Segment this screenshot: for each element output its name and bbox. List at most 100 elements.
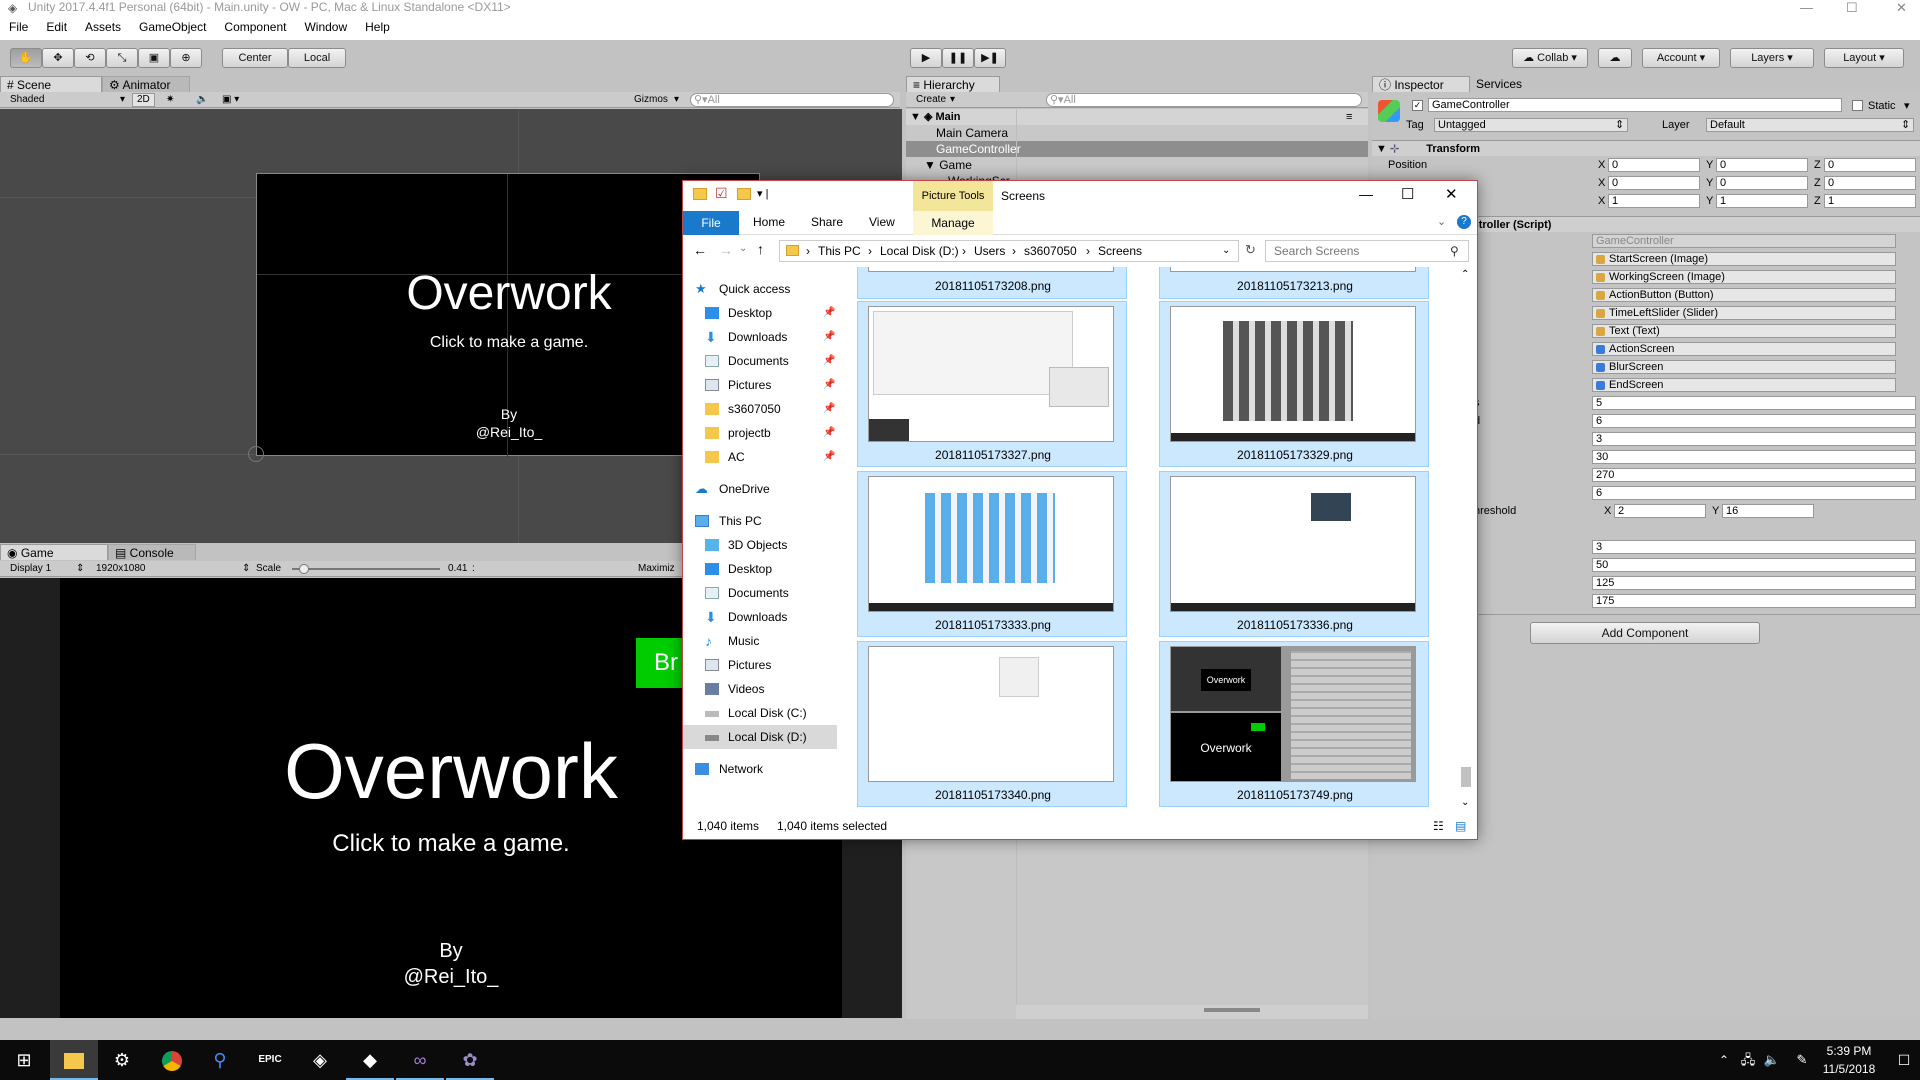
explorer-maximize-icon[interactable]: ☐ [1401,185,1414,203]
game-app-taskbar-icon[interactable]: ✿ [446,1040,494,1080]
gizmos-dropdown[interactable]: Gizmos [634,92,668,108]
nav-s3607050[interactable]: s3607050 📌 [683,397,843,421]
scroll-down-icon[interactable]: ⌄ [1461,797,1469,808]
ref-action-screen[interactable]: ActionScreen [1592,342,1896,356]
scale-slider-knob[interactable] [298,564,309,574]
file-pane-scrollbar[interactable]: ⌃ ⌄ [1457,267,1475,813]
crumb-this-pc[interactable]: This PC [818,241,861,261]
file-thumbnail[interactable]: 20181105173213.png [1159,267,1429,299]
display-dropdown[interactable]: Display 1 [10,561,51,577]
effects-icon[interactable]: ▣ ▾ [222,92,239,108]
nav-pictures[interactable]: Pictures [683,653,843,677]
position-z-field[interactable]: 0 [1824,158,1916,172]
scene-header[interactable]: ▼ ◈ Main ≡ [906,109,1368,125]
menu-help[interactable]: Help [356,16,399,34]
crumb-user[interactable]: s3607050 [1024,241,1077,261]
file-thumbnail[interactable]: 20181105173208.png [857,267,1127,299]
object-name-field[interactable]: GameController [1428,98,1842,112]
hierarchy-scrollbar[interactable] [1016,1005,1368,1019]
file-thumbnail[interactable]: 20181105173333.png [857,471,1127,637]
file-thumbnail[interactable]: Overwork Overwork 20181105173749.png [1159,641,1429,807]
pivot-handle-icon[interactable] [248,446,264,462]
details-view-icon[interactable]: ☷ [1433,813,1444,839]
maps-taskbar-icon[interactable]: ⚲ [196,1040,244,1080]
add-component-button[interactable]: Add Component [1530,622,1760,644]
resolution-dropdown[interactable]: 1920x1080 [96,561,146,577]
tab-console[interactable]: ▤ Console [108,544,196,560]
unity-editor-taskbar-icon[interactable]: ◆ [346,1040,394,1080]
tab-scene[interactable]: # Scene [0,76,102,92]
threshold-x-field[interactable]: 2 [1614,504,1706,518]
scale-z-field[interactable]: 1 [1824,194,1916,208]
ref-time-left-slider[interactable]: TimeLeftSlider (Slider) [1592,306,1896,320]
forward-icon[interactable]: → [719,242,733,258]
tab-animator[interactable]: ⚙ Animator [102,76,190,92]
menu-component[interactable]: Component [215,16,295,34]
ribbon-tab-view[interactable]: View [869,215,895,229]
layers-button[interactable]: Layers ▾ [1730,48,1814,68]
hierarchy-zoom-slider[interactable] [1204,1008,1260,1012]
file-thumbnail[interactable]: 20181105173340.png [857,641,1127,807]
nav-quick-access[interactable]: ★ Quick access [683,277,843,301]
nav-local-disk-d[interactable]: Local Disk (D:) [683,725,837,749]
file-thumbnail[interactable]: 20181105173336.png [1159,471,1429,637]
pause-button[interactable]: ❚❚ [942,48,974,68]
tab-inspector[interactable]: ⓘ Inspector [1372,76,1470,92]
menu-gameobject[interactable]: GameObject [130,16,215,34]
epic-games-taskbar-icon[interactable]: EPIC [246,1040,294,1080]
ribbon-expand-icon[interactable]: ⌄ [1437,215,1446,228]
threshold-y-field[interactable]: 16 [1722,504,1814,518]
lighting-icon[interactable]: ✷ [166,92,174,108]
explorer-close-icon[interactable]: ✕ [1445,185,1458,203]
help-icon[interactable]: ? [1457,215,1471,229]
rotation-z-field[interactable]: 0 [1824,176,1916,190]
value-field-9[interactable]: 125 [1592,576,1916,590]
nav-documents-pinned[interactable]: Documents 📌 [683,349,843,373]
nav-music[interactable]: ♪ Music [683,629,843,653]
position-y-field[interactable]: 0 [1716,158,1808,172]
thumbnail-view-icon[interactable]: ▤ [1455,813,1466,839]
visual-studio-taskbar-icon[interactable]: ∞ [396,1040,444,1080]
crumb-local-disk[interactable]: Local Disk (D:) [880,241,959,261]
quick-access-toolbar-icon[interactable]: ▾ | [757,187,768,200]
menu-assets[interactable]: Assets [76,16,130,34]
notifications-icon[interactable]: ☐ [1880,1040,1920,1080]
nav-pictures-pinned[interactable]: Pictures 📌 [683,373,843,397]
steam-taskbar-icon[interactable]: ⚙ [98,1040,146,1080]
menu-window[interactable]: Window [295,16,356,34]
crumb-screens[interactable]: Screens [1098,241,1142,261]
rotation-x-field[interactable]: 0 [1608,176,1700,190]
tab-hierarchy[interactable]: ≡ Hierarchy [906,76,1000,92]
address-bar[interactable]: › This PC › Local Disk (D:) › Users › s3… [779,240,1239,262]
value-field-6[interactable]: 6 [1592,486,1916,500]
recent-icon[interactable]: ⌄ [739,243,747,254]
hierarchy-item-main-camera[interactable]: Main Camera [936,125,1008,141]
nav-3d-objects[interactable]: 3D Objects [683,533,843,557]
ribbon-tab-home[interactable]: Home [753,215,785,229]
ref-start-screen[interactable]: StartScreen (Image) [1592,252,1896,266]
nav-downloads-pinned[interactable]: ⬇ Downloads 📌 [683,325,843,349]
cloud-icon[interactable]: ☁ [1598,48,1632,68]
hand-tool-icon[interactable]: ✋ [10,48,42,68]
static-checkbox[interactable] [1852,100,1863,111]
collab-button[interactable]: ☁ Collab ▾ [1512,48,1588,68]
nav-desktop[interactable]: Desktop [683,557,843,581]
ribbon-tab-file[interactable]: File [683,211,739,235]
menu-edit[interactable]: Edit [37,16,76,34]
minimize-icon[interactable]: — [1800,0,1813,15]
ribbon-tab-manage[interactable]: Manage [913,211,993,235]
start-windows-icon[interactable]: ⊞ [0,1040,48,1080]
properties-icon[interactable]: ☑ [715,185,728,202]
step-button[interactable]: ▶❚ [974,48,1006,68]
value-field-3[interactable]: 3 [1592,432,1916,446]
position-x-field[interactable]: 0 [1608,158,1700,172]
nav-local-disk-c[interactable]: Local Disk (C:) [683,701,843,725]
tab-game[interactable]: ◉ Game [0,544,108,560]
nav-downloads[interactable]: ⬇ Downloads [683,605,843,629]
tag-dropdown[interactable]: Untagged ⇕ [1434,118,1628,132]
scroll-up-icon[interactable]: ⌃ [1461,269,1469,280]
account-button[interactable]: Account ▾ [1642,48,1720,68]
value-field-5[interactable]: 270 [1592,468,1916,482]
rect-tool-icon[interactable]: ▣ [138,48,170,68]
ref-end-screen[interactable]: EndScreen [1592,378,1896,392]
